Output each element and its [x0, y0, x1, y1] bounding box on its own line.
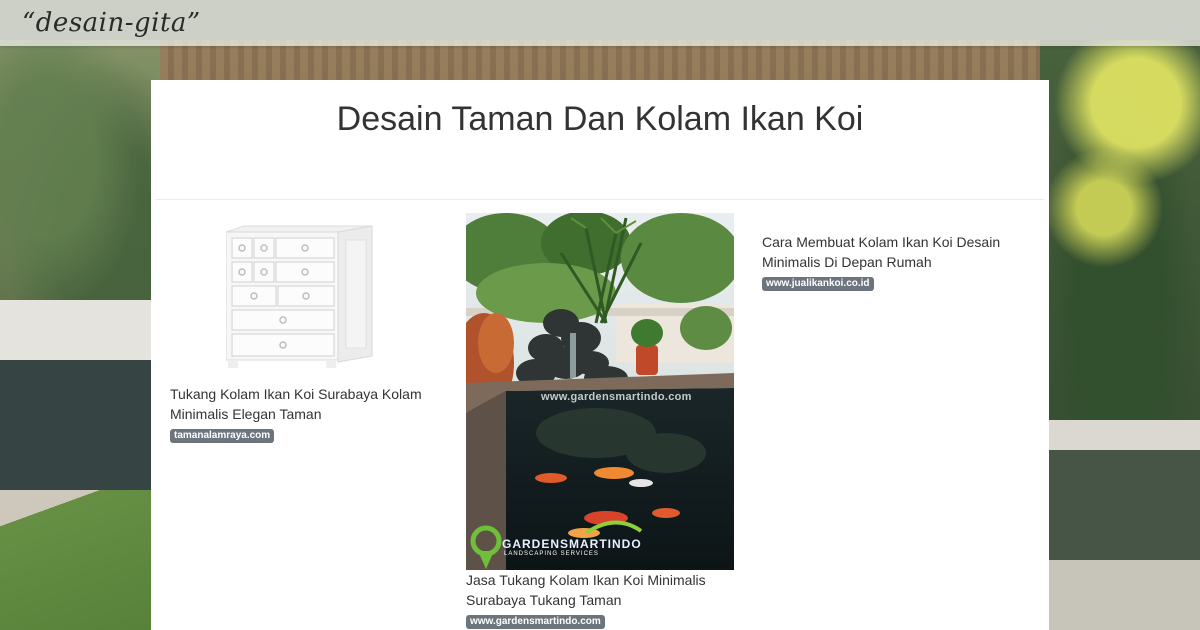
pond-watermark-url: www.gardensmartindo.com: [541, 391, 692, 403]
pond-watermark-logo: GARDENSMARTINDO: [502, 537, 642, 551]
source-badge-1[interactable]: tamanalamraya.com: [170, 429, 275, 443]
result-item-3[interactable]: Cara Membuat Kolam Ikan Koi Desain Minim…: [762, 232, 1032, 291]
result-item-1[interactable]: Tukang Kolam Ikan Koi Surabaya Kolam Min…: [170, 384, 440, 443]
site-brand-link[interactable]: “desain-gita”: [22, 8, 201, 38]
title-divider: [156, 199, 1044, 200]
source-badge-2[interactable]: www.gardensmartindo.com: [466, 615, 605, 629]
white-dresser-image[interactable]: [225, 222, 374, 372]
top-navbar: “desain-gita”: [0, 0, 1200, 46]
result-title-2[interactable]: Jasa Tukang Kolam Ikan Koi Minimalis Sur…: [466, 570, 746, 610]
pond-watermark-sub: LANDSCAPING SERVICES: [504, 551, 599, 557]
result-title-1[interactable]: Tukang Kolam Ikan Koi Surabaya Kolam Min…: [170, 384, 440, 424]
koi-pond-image[interactable]: www.gardensmartindo.com GARDENSMARTINDO …: [466, 213, 734, 570]
source-badge-3[interactable]: www.jualikankoi.co.id: [762, 277, 874, 291]
result-item-2[interactable]: Jasa Tukang Kolam Ikan Koi Minimalis Sur…: [466, 570, 746, 629]
result-title-3[interactable]: Cara Membuat Kolam Ikan Koi Desain Minim…: [762, 232, 1032, 272]
page-title: Desain Taman Dan Kolam Ikan Koi: [336, 100, 864, 138]
